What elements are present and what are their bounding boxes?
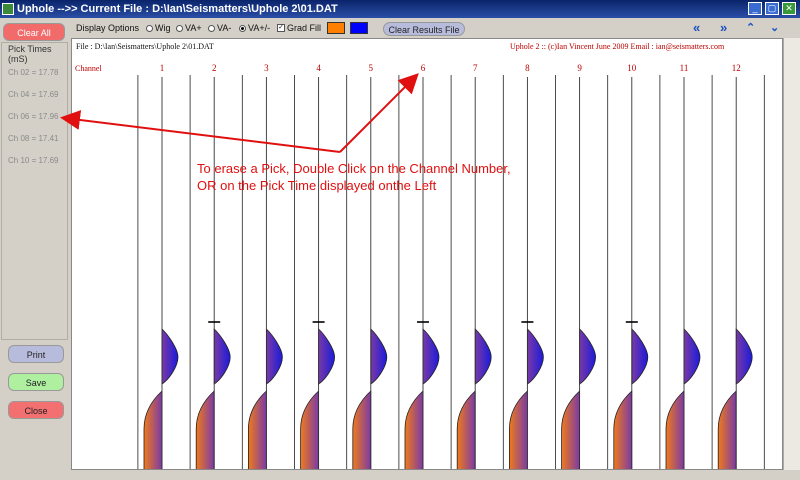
- radio-va-plus-minus[interactable]: VA+/-: [239, 23, 270, 33]
- positive-lobe: [213, 328, 231, 385]
- first-page-icon[interactable]: «: [693, 21, 700, 35]
- negative-lobe: [613, 390, 633, 469]
- copyright-label: Uphole 2 :: (c)Ian Vincent June 2009 Ema…: [510, 42, 725, 51]
- positive-lobe: [735, 328, 753, 385]
- color-swatch-2[interactable]: [350, 22, 368, 34]
- radio-va-plus-label: VA+: [185, 23, 202, 33]
- negative-lobe: [404, 390, 424, 469]
- positive-lobe: [318, 328, 336, 385]
- radio-va-minus-label: VA-: [217, 23, 232, 33]
- positive-lobe: [370, 328, 388, 385]
- positive-lobe: [683, 328, 701, 385]
- radio-va-plus-minus-icon: [239, 24, 246, 32]
- positive-lobe: [474, 328, 492, 385]
- channel-number-8[interactable]: 8: [525, 63, 530, 73]
- display-options-label: Display Options: [76, 23, 140, 33]
- radio-va-plus-minus-label: VA+/-: [248, 23, 271, 33]
- radio-va-minus-icon: [208, 24, 215, 32]
- radio-wig-label: Wig: [155, 23, 171, 33]
- close-button[interactable]: Close: [8, 401, 64, 419]
- pick-time-item[interactable]: Ch 10 = 17.69: [8, 156, 58, 165]
- grad-fill-label: Grad Fill: [287, 23, 322, 33]
- negative-lobe: [509, 390, 528, 469]
- title-bar: Uphole -->> Current File : D:\Ian\Seisma…: [0, 0, 800, 18]
- radio-va-plus[interactable]: VA+: [176, 23, 202, 33]
- pick-times-title: Pick Times (mS): [8, 44, 52, 64]
- channel-number-4[interactable]: 4: [316, 63, 321, 73]
- save-button[interactable]: Save: [8, 373, 64, 391]
- clear-all-button[interactable]: Clear All: [3, 23, 65, 41]
- channel-number-9[interactable]: 9: [577, 63, 582, 73]
- channel-number-3[interactable]: 3: [264, 63, 269, 73]
- print-button[interactable]: Print: [8, 345, 64, 363]
- negative-lobe: [352, 390, 372, 469]
- positive-lobe: [161, 328, 179, 385]
- maximize-icon[interactable]: ▢: [765, 2, 779, 15]
- channel-number-6[interactable]: 6: [421, 63, 426, 73]
- negative-lobe: [143, 390, 163, 469]
- channel-number-5[interactable]: 5: [369, 63, 374, 73]
- positive-lobe: [422, 328, 440, 385]
- vertical-scrollbar[interactable]: [783, 38, 800, 470]
- radio-wig[interactable]: Wig: [146, 23, 171, 33]
- positive-lobe: [266, 328, 283, 385]
- pick-time-item[interactable]: Ch 04 = 17.69: [8, 90, 58, 99]
- positive-lobe: [579, 328, 597, 385]
- pick-time-item[interactable]: Ch 02 = 17.78: [8, 68, 58, 77]
- negative-lobe: [300, 390, 319, 469]
- close-window-icon[interactable]: ✕: [782, 2, 796, 15]
- negative-lobe: [717, 390, 737, 469]
- positive-lobe: [527, 328, 544, 385]
- seismic-plot: File : D:\Ian\Seismatters\Uphole 2\01.DA…: [71, 38, 783, 470]
- radio-va-minus[interactable]: VA-: [208, 23, 231, 33]
- app-icon: [2, 3, 14, 15]
- channel-number-10[interactable]: 10: [627, 63, 636, 73]
- toolbar: Display Options Wig VA+ VA- VA+/- ✓ Grad …: [69, 18, 800, 38]
- trace-canvas: [137, 75, 765, 469]
- negative-lobe: [248, 390, 267, 469]
- pick-times-box: [1, 42, 68, 340]
- channel-number-12[interactable]: 12: [732, 63, 741, 73]
- negative-lobe: [195, 390, 215, 469]
- checkbox-checked-icon: ✓: [277, 24, 285, 32]
- pick-time-item[interactable]: Ch 06 = 17.96: [8, 112, 58, 121]
- scroll-down-icon[interactable]: ⌄: [770, 21, 779, 35]
- annotation-line-1: To erase a Pick, Double Click on the Cha…: [197, 161, 511, 176]
- channel-axis-label: Channel: [75, 64, 102, 73]
- radio-wig-icon: [146, 24, 153, 32]
- color-swatch-1[interactable]: [327, 22, 345, 34]
- grad-fill-checkbox[interactable]: ✓ Grad Fill: [277, 23, 321, 33]
- window-title: Uphole -->> Current File : D:\Ian\Seisma…: [17, 3, 338, 15]
- instruction-annotation: To erase a Pick, Double Click on the Cha…: [197, 160, 511, 194]
- negative-lobe: [456, 390, 476, 469]
- annotation-line-2: OR on the Pick Time displayed onthe Left: [197, 178, 437, 193]
- channel-number-2[interactable]: 2: [212, 63, 217, 73]
- left-panel: Clear All Pick Times (mS) Ch 02 = 17.78 …: [0, 18, 69, 480]
- pick-time-item[interactable]: Ch 08 = 17.41: [8, 134, 58, 143]
- clear-results-file-button[interactable]: Clear Results File: [383, 22, 465, 36]
- scroll-up-icon[interactable]: ⌃: [746, 21, 755, 35]
- minimize-icon[interactable]: _: [748, 2, 762, 15]
- next-page-icon[interactable]: »: [720, 21, 727, 35]
- file-path-label: File : D:\Ian\Seismatters\Uphole 2\01.DA…: [76, 42, 214, 51]
- channel-number-1[interactable]: 1: [160, 63, 165, 73]
- channel-number-11[interactable]: 11: [680, 63, 689, 73]
- negative-lobe: [561, 390, 580, 469]
- radio-va-plus-icon: [176, 24, 183, 32]
- positive-lobe: [631, 328, 649, 385]
- negative-lobe: [665, 390, 685, 469]
- channel-number-7[interactable]: 7: [473, 63, 478, 73]
